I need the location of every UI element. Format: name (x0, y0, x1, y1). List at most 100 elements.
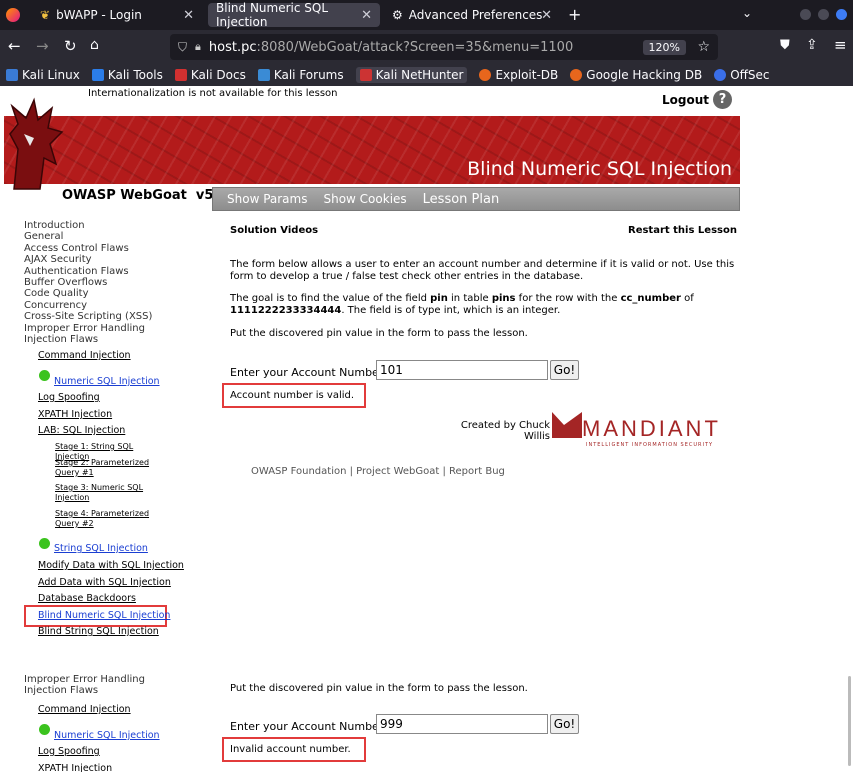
tab-title: Blind Numeric SQL Injection (216, 1, 329, 29)
stage-3-link[interactable]: Stage 3: Numeric SQL Injection (55, 483, 145, 503)
back-icon[interactable]: ← (8, 37, 21, 55)
category-item[interactable]: Access Control Flaws (24, 243, 209, 254)
ghdb-icon (570, 69, 583, 81)
firefox-icon[interactable] (6, 8, 20, 22)
close-icon[interactable]: ✕ (183, 8, 194, 23)
close-icon[interactable]: ✕ (541, 8, 552, 23)
share-icon[interactable]: ⇪ (806, 37, 818, 53)
show-params-link[interactable]: Show Params (227, 192, 307, 206)
category-item[interactable]: Cross-Site Scripting (XSS) (24, 311, 209, 322)
category-item[interactable]: Injection Flaws (24, 334, 209, 345)
stage-2-link[interactable]: Stage 2: Parameterized Query #1 (55, 458, 150, 478)
scrollbar[interactable] (848, 676, 851, 766)
lesson-numeric-sql[interactable]: Numeric SQL Injection (54, 730, 160, 741)
category-item[interactable]: Introduction (24, 220, 209, 231)
account-number-input[interactable]: 999 (376, 714, 548, 734)
tab-title: Advanced Preferences (408, 8, 543, 22)
bookmark-google-hacking-db[interactable]: Google Hacking DB (570, 68, 702, 82)
report-bug-link[interactable]: Report Bug (449, 466, 505, 477)
bookmark-label: Kali NetHunter (375, 68, 464, 82)
account-number-input[interactable]: 101 (376, 360, 548, 380)
zoom-badge[interactable]: 120% (642, 39, 686, 55)
star-icon[interactable]: ☆ (697, 39, 710, 55)
window-minimize-icon[interactable] (800, 9, 811, 20)
browser-tab-bar: ❦ bWAPP - Login ✕ Blind Numeric SQL Inje… (0, 0, 853, 30)
goal-text: in table (447, 293, 492, 304)
window-maximize-icon[interactable] (818, 9, 829, 20)
menu-icon[interactable]: ≡ (834, 36, 847, 54)
goal-column: cc_number (620, 293, 681, 304)
category-list: Introduction General Access Control Flaw… (24, 220, 209, 345)
lesson-log-spoofing[interactable]: Log Spoofing (38, 392, 100, 403)
category-item[interactable]: Improper Error Handling (24, 323, 209, 334)
lesson-xpath[interactable]: XPATH Injection (38, 763, 112, 772)
tab-bwapp[interactable]: ❦ bWAPP - Login ✕ (32, 3, 202, 27)
bookmark-kali-docs[interactable]: Kali Docs (174, 68, 246, 82)
owasp-foundation-link[interactable]: OWASP Foundation (251, 466, 346, 477)
lesson-instruction: Put the discovered pin value in the form… (230, 683, 528, 694)
screen: ❦ bWAPP - Login ✕ Blind Numeric SQL Inje… (0, 0, 853, 772)
category-item[interactable]: General (24, 231, 209, 242)
go-button[interactable]: Go! (550, 360, 579, 380)
lesson-command-injection[interactable]: Command Injection (38, 350, 131, 361)
goal-text: for the row with the (515, 293, 621, 304)
stage-4-link[interactable]: Stage 4: Parameterized Query #2 (55, 509, 150, 529)
bookmark-kali-linux[interactable]: Kali Linux (6, 68, 80, 82)
go-button[interactable]: Go! (550, 714, 579, 734)
url-text: host.pc:8080/WebGoat/attack?Screen=35&me… (208, 39, 574, 55)
tab-advanced-preferences[interactable]: ⚙ Advanced Preferences ✕ (384, 3, 560, 27)
close-icon[interactable]: ✕ (361, 8, 372, 23)
lesson-xpath[interactable]: XPATH Injection (38, 409, 112, 420)
bookmark-offsec[interactable]: OffSec (714, 68, 770, 82)
show-cookies-link[interactable]: Show Cookies (323, 192, 406, 206)
account-label: Enter your Account Number: (230, 720, 387, 733)
bookmark-label: OffSec (730, 68, 770, 82)
logout-link[interactable]: Logout? (662, 90, 733, 109)
webgoat-page: Internationalization is not available fo… (0, 86, 853, 772)
help-icon[interactable]: ? (713, 90, 733, 109)
category-item[interactable]: Code Quality (24, 288, 209, 299)
lesson-command-injection[interactable]: Command Injection (38, 704, 131, 715)
mandiant-logo[interactable]: MANDIANT INTELLIGENT INFORMATION SECURIT… (552, 412, 740, 452)
pocket-icon[interactable]: ⛊ (780, 38, 790, 53)
bookmark-label: Kali Docs (190, 68, 246, 82)
lesson-log-spoofing[interactable]: Log Spoofing (38, 746, 100, 757)
check-icon (39, 370, 50, 381)
lesson-plan-link[interactable]: Lesson Plan (423, 192, 500, 207)
kali-tools-icon (91, 69, 104, 81)
forward-icon[interactable]: → (36, 37, 49, 55)
bookmark-kali-tools[interactable]: Kali Tools (91, 68, 163, 82)
lesson-blind-string[interactable]: Blind String SQL Injection (38, 626, 159, 637)
category-item[interactable]: AJAX Security (24, 254, 209, 265)
category-item[interactable]: Authentication Flaws (24, 266, 209, 277)
goal-field: pin (430, 293, 448, 304)
bookmark-kali-nethunter[interactable]: Kali NetHunter (355, 67, 468, 83)
lesson-blind-numeric[interactable]: Blind Numeric SQL Injection (38, 610, 170, 621)
bookmark-exploit-db[interactable]: Exploit-DB (479, 68, 558, 82)
lesson-lab-sql[interactable]: LAB: SQL Injection (38, 425, 125, 436)
lesson-db-backdoors[interactable]: Database Backdoors (38, 593, 136, 604)
lesson-numeric-sql[interactable]: Numeric SQL Injection (54, 376, 160, 387)
solution-videos-link[interactable]: Solution Videos (230, 225, 318, 236)
window-close-icon[interactable] (836, 9, 847, 20)
lesson-modify-data[interactable]: Modify Data with SQL Injection (38, 560, 184, 571)
created-by-line: Created by Chuck (460, 420, 550, 431)
restart-lesson-link[interactable]: Restart this Lesson (628, 225, 737, 236)
reload-icon[interactable]: ↻ (64, 37, 77, 55)
home-icon[interactable]: ⌂ (90, 37, 99, 53)
url-bar[interactable]: ⛉ 🔒︎ host.pc:8080/WebGoat/attack?Screen=… (170, 34, 718, 60)
lesson-string-sql[interactable]: String SQL Injection (54, 543, 148, 554)
category-item[interactable]: Improper Error Handling (24, 674, 145, 685)
category-item[interactable]: Buffer Overflows (24, 277, 209, 288)
tab-blind-numeric[interactable]: Blind Numeric SQL Injection ✕ (208, 1, 380, 29)
bookmark-kali-forums[interactable]: Kali Forums (257, 68, 344, 82)
category-item[interactable]: Injection Flaws (24, 685, 145, 696)
tab-list-icon[interactable]: ⌄ (742, 6, 752, 20)
project-webgoat-link[interactable]: Project WebGoat (356, 466, 439, 477)
lesson-add-data[interactable]: Add Data with SQL Injection (38, 577, 171, 588)
result-message: Invalid account number. (230, 744, 351, 755)
new-tab-icon[interactable]: + (568, 5, 581, 24)
goal-text: The goal is to find the value of the fie… (230, 293, 431, 304)
exploit-db-icon (479, 69, 492, 81)
category-item[interactable]: Concurrency (24, 300, 209, 311)
